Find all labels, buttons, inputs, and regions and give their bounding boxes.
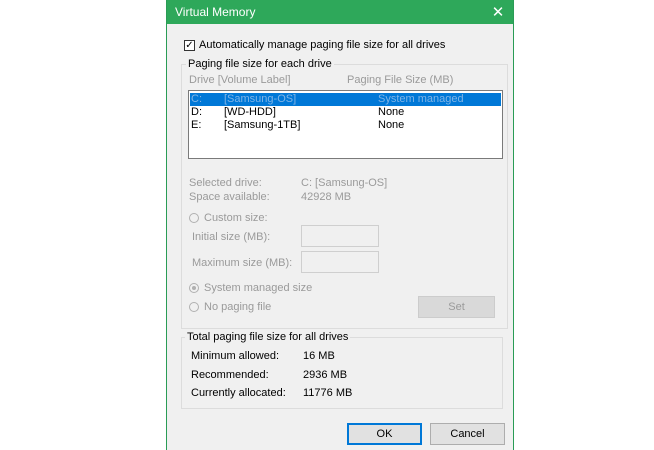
drive-list[interactable]: C: [Samsung-OS] System managed D: [WD-HD… [188, 90, 503, 159]
column-header-drive: Drive [Volume Label] [189, 74, 291, 86]
cancel-button[interactable]: Cancel [430, 423, 505, 445]
initial-size-label: Initial size (MB): [192, 231, 271, 243]
column-header-size: Paging File Size (MB) [347, 74, 454, 86]
maximum-size-label: Maximum size (MB): [192, 257, 293, 269]
selected-drive-label: Selected drive: [189, 177, 262, 189]
minimum-allowed-label: Minimum allowed: [191, 350, 280, 362]
recommended-label: Recommended: [191, 369, 269, 381]
minimum-allowed-value: 16 MB [303, 350, 335, 362]
set-button[interactable]: Set [418, 296, 495, 318]
currently-allocated-label: Currently allocated: [191, 387, 286, 399]
auto-manage-label[interactable]: Automatically manage paging file size fo… [199, 39, 445, 51]
window-title: Virtual Memory [175, 5, 256, 19]
initial-size-input[interactable] [301, 225, 379, 247]
drive-row-d[interactable]: D: [WD-HDD] None [190, 106, 501, 119]
drive-group-legend: Paging file size for each drive [186, 58, 334, 70]
totals-group-legend: Total paging file size for all drives [185, 331, 351, 343]
no-paging-radio[interactable] [189, 302, 199, 312]
maximum-size-input[interactable] [301, 251, 379, 273]
space-available-label: Space available: [189, 191, 270, 203]
ok-button[interactable]: OK [347, 423, 422, 445]
virtual-memory-dialog: Virtual Memory ✕ ✓ Automatically manage … [166, 0, 514, 450]
space-available-value: 42928 MB [301, 191, 352, 203]
system-managed-radio[interactable] [189, 283, 199, 293]
close-icon[interactable]: ✕ [483, 0, 513, 24]
custom-size-radio[interactable] [189, 213, 199, 223]
system-managed-label[interactable]: System managed size [204, 282, 312, 294]
drive-row-c[interactable]: C: [Samsung-OS] System managed [190, 93, 501, 106]
recommended-value: 2936 MB [303, 369, 348, 381]
auto-manage-checkbox[interactable]: ✓ [184, 40, 195, 51]
title-bar: Virtual Memory ✕ [167, 0, 513, 24]
custom-size-label[interactable]: Custom size: [204, 212, 268, 224]
drive-row-e[interactable]: E: [Samsung-1TB] None [190, 119, 501, 132]
no-paging-label[interactable]: No paging file [204, 301, 271, 313]
currently-allocated-value: 11776 MB [303, 387, 353, 399]
selected-drive-value: C: [Samsung-OS] [301, 177, 388, 189]
